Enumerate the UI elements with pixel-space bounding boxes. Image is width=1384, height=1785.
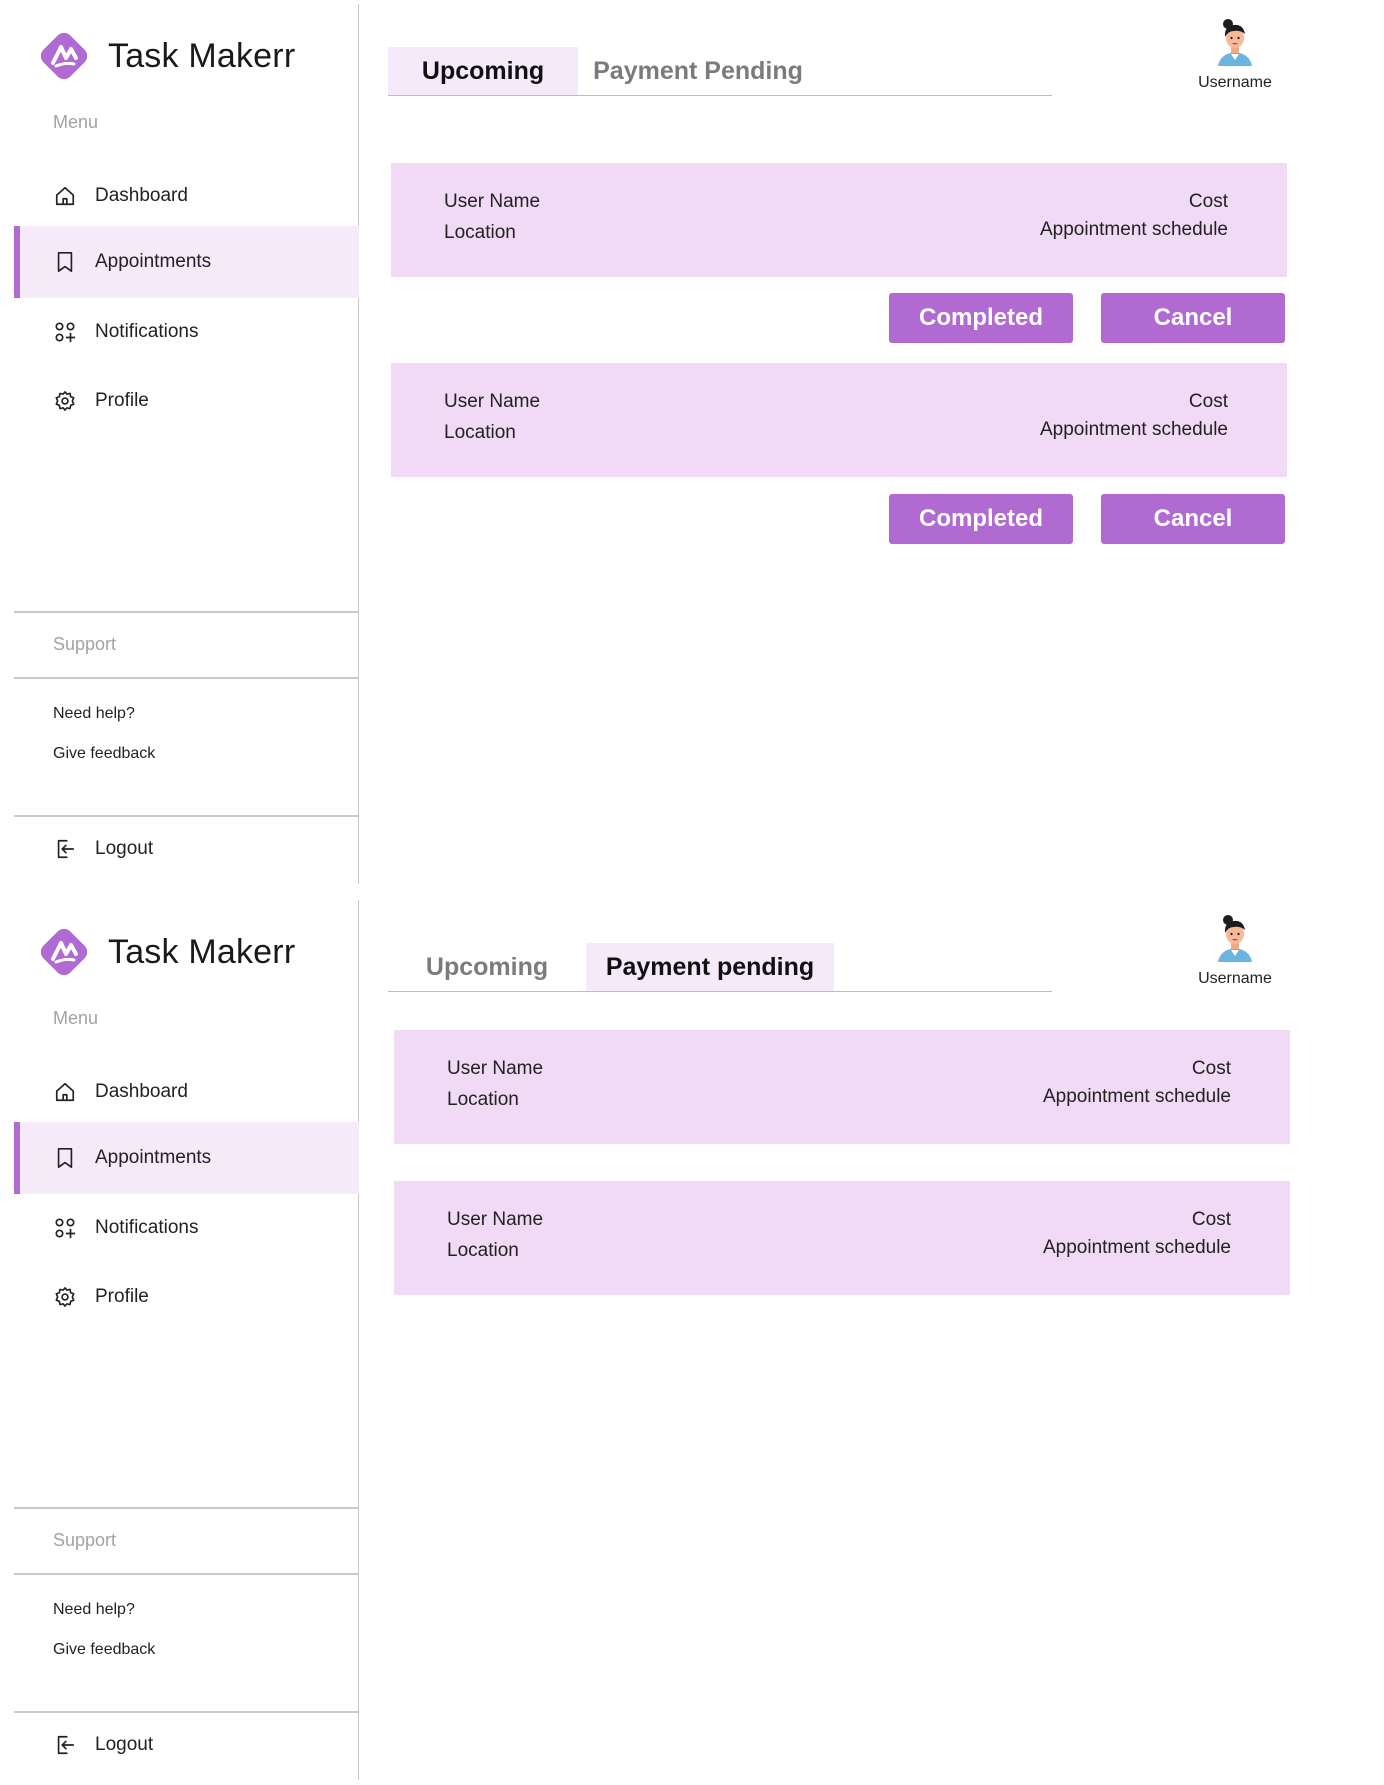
appointment-card[interactable]: User Name Location Cost Appointment sche… (391, 163, 1287, 277)
card-appointment-schedule: Appointment schedule (1039, 419, 1228, 440)
divider (14, 611, 359, 613)
task-makerr-logo-icon (40, 928, 88, 976)
logout-button[interactable]: Logout (52, 824, 153, 874)
tab-upcoming[interactable]: Upcoming (388, 47, 578, 95)
card-cost: Cost (1188, 191, 1228, 212)
avatar (1218, 19, 1252, 66)
need-help-link[interactable]: Need help? (53, 1601, 135, 1619)
appointment-card[interactable]: User Name Location Cost Appointment sche… (391, 363, 1287, 477)
divider (14, 1507, 359, 1509)
support-label: Support (53, 634, 117, 654)
divider (14, 1711, 359, 1713)
completed-button[interactable]: Completed (889, 293, 1073, 343)
sidebar-item-appointments[interactable]: Appointments (14, 226, 359, 298)
logout-label: Logout (95, 838, 154, 859)
sidebar-item-label: Dashboard (95, 1081, 188, 1102)
brand[interactable]: Task Makerr (36, 28, 295, 84)
card-cost: Cost (1191, 1058, 1231, 1079)
brand-name: Task Makerr (108, 932, 296, 971)
appointments-upcoming-screen: Task Makerr Menu Dashboard Appointments … (0, 0, 1384, 895)
home-icon (52, 183, 78, 209)
card-cost: Cost (1191, 1209, 1231, 1230)
card-cost: Cost (1188, 391, 1228, 412)
logout-label: Logout (95, 1734, 154, 1755)
sidebar-item-notifications[interactable]: Notifications (14, 1192, 359, 1264)
tab-payment-pending[interactable]: Payment Pending (578, 47, 818, 95)
card-user-name: User Name (447, 1209, 544, 1230)
bookmark-icon (52, 1145, 78, 1171)
username-label: Username (1198, 970, 1272, 987)
grid-plus-icon (52, 1215, 78, 1241)
user-menu[interactable]: Username (1192, 18, 1278, 92)
card-location: Location (444, 422, 516, 443)
divider (14, 815, 359, 817)
sidebar-item-label: Profile (95, 390, 149, 411)
tab-upcoming[interactable]: Upcoming (388, 943, 586, 991)
brand-name: Task Makerr (108, 36, 296, 75)
card-location: Location (444, 222, 516, 243)
username-label: Username (1198, 74, 1272, 91)
menu-label: Menu (53, 112, 99, 132)
card-user-name: User Name (447, 1058, 544, 1079)
give-feedback-link[interactable]: Give feedback (53, 745, 155, 763)
need-help-link[interactable]: Need help? (53, 705, 135, 723)
card-appointment-schedule: Appointment schedule (1039, 219, 1228, 240)
bookmark-icon (52, 249, 78, 275)
sidebar-item-label: Appointments (95, 251, 212, 272)
sidebar: Task Makerr Menu Dashboard Appointments … (14, 4, 359, 884)
appointments-payment-pending-screen: Task Makerr Menu Dashboard Appointments … (0, 896, 1384, 1785)
card-location: Location (447, 1240, 519, 1261)
cancel-button[interactable]: Cancel (1101, 494, 1285, 544)
sidebar-item-dashboard[interactable]: Dashboard (14, 1056, 359, 1128)
task-makerr-logo-icon (40, 32, 88, 80)
payment-card[interactable]: User Name Location Cost Appointment sche… (394, 1030, 1290, 1144)
divider (14, 1573, 359, 1575)
completed-button[interactable]: Completed (889, 494, 1073, 544)
payment-card[interactable]: User Name Location Cost Appointment sche… (394, 1181, 1290, 1295)
sidebar-item-profile[interactable]: Profile (14, 1261, 359, 1333)
divider (14, 677, 359, 679)
give-feedback-link[interactable]: Give feedback (53, 1641, 155, 1659)
logout-icon (52, 1732, 78, 1758)
user-menu[interactable]: Username (1192, 914, 1278, 988)
card-user-name: User Name (444, 391, 541, 412)
logout-icon (52, 836, 78, 862)
sidebar-item-label: Appointments (95, 1147, 212, 1168)
home-icon (52, 1079, 78, 1105)
sidebar-item-appointments[interactable]: Appointments (14, 1122, 359, 1194)
sidebar-item-dashboard[interactable]: Dashboard (14, 160, 359, 232)
sidebar: Task Makerr Menu Dashboard Appointments … (14, 900, 359, 1780)
sidebar-item-label: Notifications (95, 1217, 199, 1238)
menu-label: Menu (53, 1008, 99, 1028)
gear-icon (52, 388, 78, 414)
sidebar-item-profile[interactable]: Profile (14, 365, 359, 437)
appointment-tabs: Upcoming Payment pending (388, 942, 1052, 992)
brand[interactable]: Task Makerr (36, 924, 295, 980)
card-appointment-schedule: Appointment schedule (1042, 1237, 1231, 1258)
card-location: Location (447, 1089, 519, 1110)
tab-payment-pending[interactable]: Payment pending (586, 943, 834, 991)
avatar (1218, 915, 1252, 962)
sidebar-item-label: Dashboard (95, 185, 188, 206)
sidebar-item-notifications[interactable]: Notifications (14, 296, 359, 368)
card-appointment-schedule: Appointment schedule (1042, 1086, 1231, 1107)
cancel-button[interactable]: Cancel (1101, 293, 1285, 343)
gear-icon (52, 1284, 78, 1310)
sidebar-item-label: Notifications (95, 321, 199, 342)
appointment-tabs: Upcoming Payment Pending (388, 46, 1052, 96)
grid-plus-icon (52, 319, 78, 345)
sidebar-item-label: Profile (95, 1286, 149, 1307)
support-label: Support (53, 1530, 117, 1550)
card-user-name: User Name (444, 191, 541, 212)
logout-button[interactable]: Logout (52, 1720, 153, 1770)
